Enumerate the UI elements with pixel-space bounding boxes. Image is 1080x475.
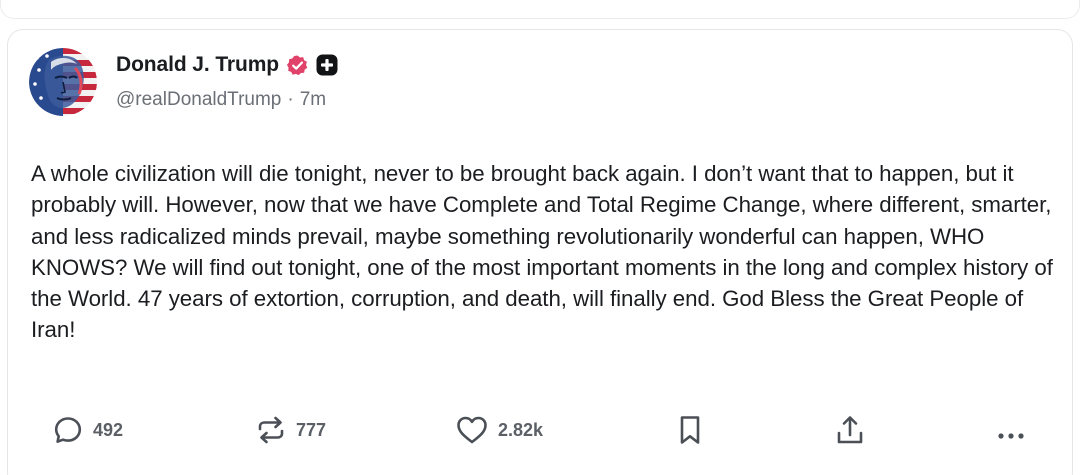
heart-icon: [457, 416, 487, 444]
author-name-row: Donald J. Trump: [116, 51, 338, 79]
repost-icon: [258, 416, 284, 444]
repost-count: 777: [296, 419, 327, 440]
repost-button[interactable]: 777: [255, 408, 326, 452]
author-display-name[interactable]: Donald J. Trump: [116, 53, 279, 77]
post-action-bar: 492 777 2.82k: [0, 408, 1080, 452]
like-button[interactable]: 2.82k: [455, 408, 543, 452]
previous-post-edge: [0, 0, 1080, 19]
avatar-image: [29, 48, 97, 116]
meta-separator: ·: [287, 89, 294, 110]
more-icon: [998, 433, 1024, 439]
reply-button[interactable]: 492: [52, 408, 123, 452]
like-count: 2.82k: [498, 419, 544, 440]
reply-icon: [54, 417, 82, 443]
bookmark-button[interactable]: [674, 408, 706, 452]
bookmark-icon: [680, 416, 700, 444]
share-button[interactable]: [833, 408, 867, 452]
avatar[interactable]: [29, 48, 97, 116]
author-meta-row: @realDonaldTrump · 7m: [116, 89, 326, 111]
more-options-button[interactable]: [993, 408, 1029, 452]
verified-badge-icon: [286, 54, 309, 77]
post-body-text: A whole civilization will die tonight, n…: [31, 161, 1053, 343]
share-icon: [837, 416, 863, 444]
plus-badge-icon: [316, 54, 338, 76]
author-handle[interactable]: @realDonaldTrump: [116, 89, 281, 111]
post-timestamp[interactable]: 7m: [300, 89, 326, 111]
reply-count: 492: [93, 419, 124, 440]
